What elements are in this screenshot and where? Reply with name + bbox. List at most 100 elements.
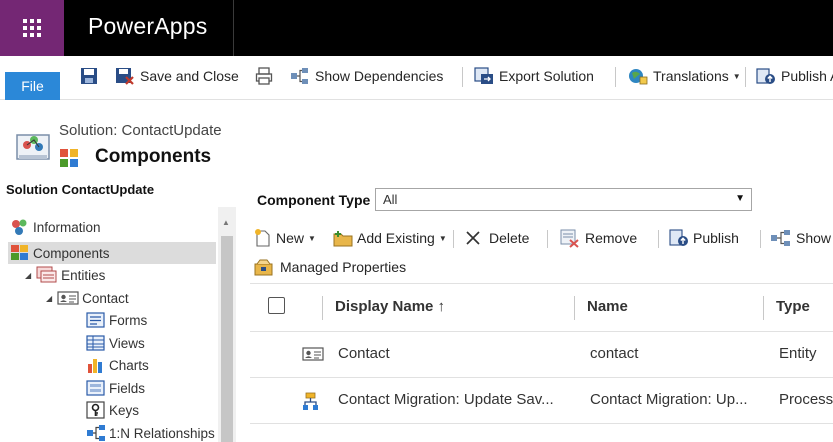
charts-icon (88, 359, 102, 373)
page-title: Components (95, 146, 212, 167)
save-button[interactable] (80, 65, 103, 87)
toolbar-separator (547, 230, 548, 248)
topbar-divider (233, 0, 234, 56)
new-label: New (276, 230, 305, 246)
nav-scrollbar[interactable]: ▲ (218, 207, 236, 442)
column-separator (763, 296, 764, 320)
delete-icon (466, 231, 480, 245)
expanded-triangle-icon[interactable]: ◢ (46, 294, 52, 303)
column-separator (574, 296, 575, 320)
command-separator (615, 67, 616, 87)
managed-properties-button[interactable]: Managed Properties (254, 256, 406, 278)
nav-item-label: 1:N Relationships (109, 425, 215, 441)
nav-item-information[interactable]: Information (10, 216, 101, 238)
grid-toolbar: New ▼ Add Existing ▼ Delete Remove Publi… (250, 225, 833, 251)
remove-icon (560, 229, 579, 248)
components-icon (60, 149, 78, 167)
dropdown-arrow-icon: ▼ (735, 193, 745, 204)
scroll-thumb[interactable] (221, 236, 233, 442)
show-label: Show (796, 230, 832, 246)
component-type-value: All (383, 192, 398, 207)
export-solution-label: Export Solution (499, 68, 594, 84)
column-header-type[interactable]: Type (776, 298, 810, 315)
show-dependencies-grid-button[interactable]: Show (770, 227, 831, 249)
nav-item-fields[interactable]: Fields (86, 377, 145, 399)
table-row[interactable]: Contact Migration: Update Sav... Contact… (250, 378, 833, 424)
managed-properties-icon (254, 259, 273, 276)
dependencies-icon (771, 230, 790, 246)
forms-icon (86, 312, 105, 328)
solution-icon (16, 134, 50, 160)
add-existing-button[interactable]: Add Existing ▼ (333, 227, 447, 249)
command-separator (462, 67, 463, 87)
command-separator (745, 67, 746, 87)
toolbar-separator (453, 230, 454, 248)
publish-button[interactable]: Publish (669, 227, 739, 249)
publish-all-button[interactable]: Publish A (756, 65, 833, 87)
nav-item-1n-relationships[interactable]: 1:N Relationships (86, 422, 215, 442)
show-dependencies-label: Show Dependencies (315, 68, 444, 84)
select-all-checkbox[interactable] (268, 297, 285, 314)
add-existing-icon (333, 231, 353, 247)
nav-item-label: Forms (109, 312, 148, 328)
cell-display-name[interactable]: Contact (338, 345, 570, 362)
fields-icon (86, 380, 105, 396)
nav-item-label: Keys (109, 402, 140, 418)
managed-properties-label: Managed Properties (280, 259, 407, 275)
translations-button[interactable]: Translations ▼ (628, 65, 741, 87)
translations-label: Translations (653, 68, 729, 84)
cell-type: Process (779, 391, 833, 408)
toolbar-separator (760, 230, 761, 248)
nav-item-label: Contact (82, 290, 129, 306)
delete-button[interactable]: Delete (464, 227, 529, 249)
scroll-up-arrow-icon[interactable]: ▲ (222, 218, 230, 227)
component-type-select[interactable]: All ▼ (375, 188, 752, 211)
remove-label: Remove (585, 230, 638, 246)
nav-item-contact[interactable]: ◢ Contact (46, 287, 129, 309)
chevron-down-icon: ▼ (732, 71, 741, 81)
table-row[interactable]: Contact contact Entity (250, 332, 833, 378)
cell-display-name[interactable]: Contact Migration: Update Sav... (338, 391, 570, 408)
export-solution-button[interactable]: Export Solution (474, 65, 594, 87)
expanded-triangle-icon[interactable]: ◢ (25, 271, 31, 280)
app-title[interactable]: PowerApps (88, 13, 207, 40)
solution-subtitle: Solution: ContactUpdate (59, 122, 222, 139)
nav-item-label: Views (109, 335, 145, 351)
export-icon (474, 67, 493, 84)
waffle-icon (23, 19, 41, 37)
new-document-icon (255, 229, 270, 247)
column-separator (322, 296, 323, 320)
relationships-icon (87, 425, 105, 441)
show-dependencies-button[interactable]: Show Dependencies (290, 65, 443, 87)
column-header-display-name[interactable]: Display Name ↑ (335, 298, 445, 315)
print-icon (255, 67, 273, 85)
chevron-down-icon: ▼ (438, 233, 447, 243)
nav-item-components[interactable]: Components (10, 242, 110, 264)
nav-item-views[interactable]: Views (86, 332, 145, 354)
remove-button[interactable]: Remove (559, 227, 637, 249)
command-bar: File Save and Close Show Dependencies Ex… (0, 56, 833, 100)
nav-item-label: Charts (109, 357, 149, 373)
column-header-name[interactable]: Name (587, 298, 628, 315)
app-launcher-button[interactable] (0, 0, 64, 56)
nav-item-forms[interactable]: Forms (86, 309, 147, 331)
nav-item-label: Information (33, 219, 101, 235)
nav-item-entities[interactable]: ◢ Entities (25, 264, 105, 286)
information-icon (12, 219, 27, 235)
save-close-icon (116, 68, 134, 85)
components-icon (11, 245, 28, 260)
cell-type: Entity (779, 345, 817, 362)
nav-item-keys[interactable]: Keys (86, 399, 139, 421)
translations-icon (629, 69, 648, 85)
nav-item-charts[interactable]: Charts (86, 354, 149, 376)
new-button[interactable]: New ▼ (254, 227, 316, 249)
save-and-close-button[interactable]: Save and Close (115, 65, 239, 87)
file-button[interactable]: File (5, 72, 60, 100)
top-bar: PowerApps (0, 0, 833, 56)
views-icon (86, 335, 105, 351)
nav-item-label: Fields (109, 380, 146, 396)
component-type-label: Component Type (257, 192, 371, 208)
cell-name: Contact Migration: Up... (590, 391, 748, 408)
print-button[interactable] (255, 65, 278, 87)
entities-icon (36, 266, 57, 283)
